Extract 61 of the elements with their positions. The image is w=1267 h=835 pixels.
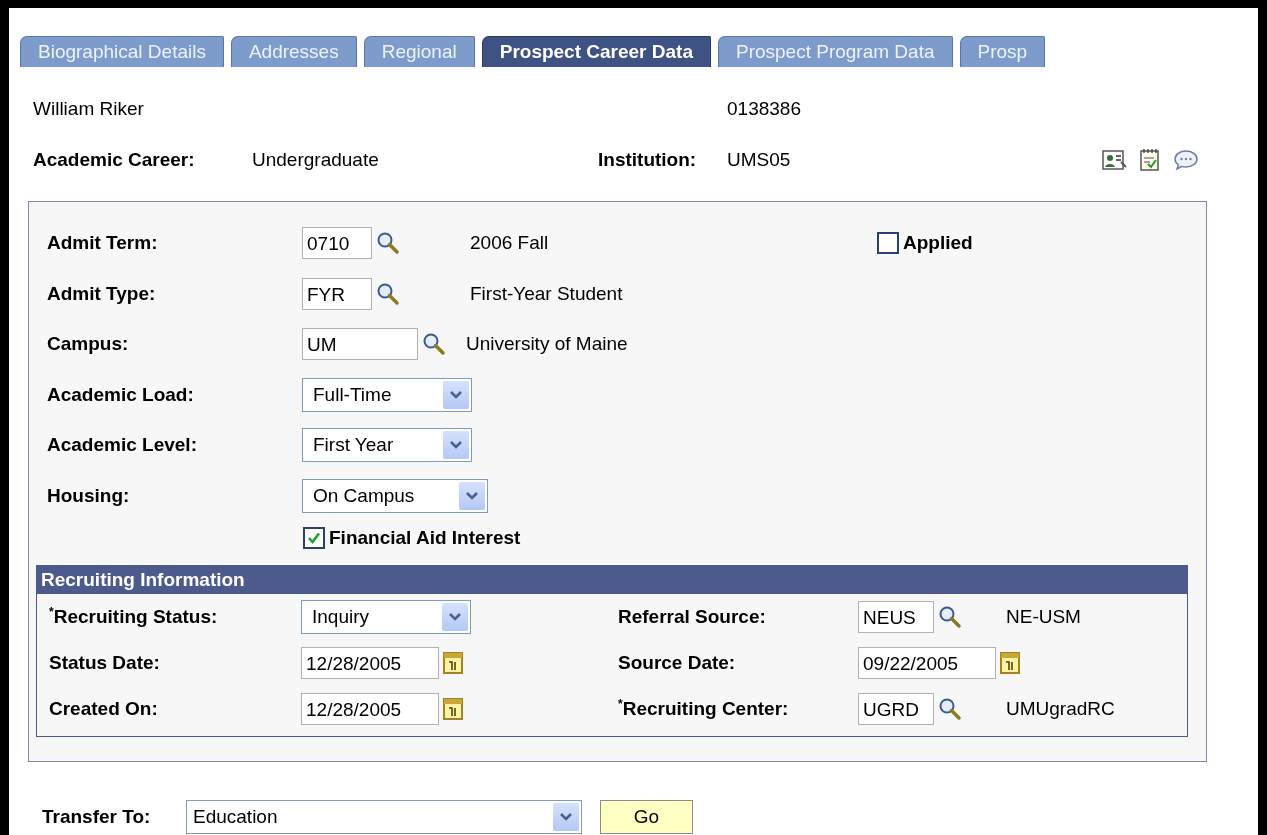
section-header: Recruiting Information	[37, 566, 1187, 594]
calendar-icon[interactable]	[443, 652, 463, 674]
checkbox[interactable]	[877, 232, 899, 255]
notepad-icon[interactable]	[1139, 148, 1161, 172]
checkbox[interactable]	[303, 527, 325, 549]
dropdown[interactable]: First Year	[302, 428, 472, 463]
field-label: Admit Type:	[47, 282, 157, 305]
field-value: Undergraduate	[252, 149, 380, 171]
input-field[interactable]: FYR	[302, 277, 372, 310]
field-label: Transfer To:	[42, 806, 152, 828]
go-button[interactable]: Go	[600, 800, 693, 834]
person-name: William Riker	[33, 98, 145, 120]
field-label: Status Date:	[49, 652, 161, 674]
date-field[interactable]: 12/28/2005	[301, 693, 439, 725]
field-description: NE-USM	[1006, 606, 1081, 628]
field-description: 2006 Fall	[470, 232, 549, 255]
field-label: Campus:	[47, 333, 130, 356]
field-description: UMUgradRC	[1006, 698, 1115, 720]
date-field[interactable]: 09/22/2005	[858, 647, 996, 679]
speech-bubble-icon[interactable]	[1173, 148, 1199, 172]
field-label: Admit Term:	[47, 232, 159, 255]
input-field[interactable]: UGRD	[858, 693, 934, 725]
input-field[interactable]: NEUS	[858, 601, 934, 633]
caret-icon[interactable]	[443, 431, 469, 460]
dropdown[interactable]: Full-Time	[302, 377, 472, 412]
search-icon[interactable]	[422, 332, 446, 357]
date-field[interactable]: 12/28/2005	[301, 647, 439, 679]
field-label: $^{*}$Recruiting Center:	[618, 698, 790, 720]
checkbox-label: Financial Aid Interest	[329, 527, 521, 549]
checkbox-label: Applied	[903, 232, 973, 255]
dropdown[interactable]: Education	[186, 800, 582, 834]
input-field[interactable]: UM	[302, 328, 418, 361]
person-id: 0138386	[727, 98, 801, 120]
field-label: Academic Career:	[33, 149, 196, 171]
field-label: Created On:	[49, 698, 159, 720]
calendar-icon[interactable]	[1000, 652, 1020, 674]
field-label: Housing:	[47, 484, 131, 507]
field-label: $^{*}$Recruiting Status:	[49, 606, 219, 628]
tab[interactable]: Prospect Career Data	[481, 36, 711, 67]
caret-icon[interactable]	[442, 603, 468, 631]
field-label: Academic Load:	[47, 383, 195, 406]
field-label: Referral Source:	[618, 606, 767, 628]
input-field[interactable]: 0710	[302, 227, 372, 260]
caret-icon[interactable]	[553, 803, 579, 831]
caret-icon[interactable]	[459, 481, 485, 510]
dropdown[interactable]: Inquiry	[301, 600, 471, 634]
search-icon[interactable]	[376, 231, 400, 256]
field-description: First-Year Student	[470, 282, 623, 305]
field-label: Source Date:	[618, 652, 737, 674]
field-label: Institution:	[598, 149, 698, 171]
search-icon[interactable]	[938, 697, 962, 721]
field-value: UMS05	[727, 149, 792, 171]
person-card-icon[interactable]	[1101, 148, 1127, 172]
checkmark-icon	[306, 530, 322, 546]
caret-icon[interactable]	[443, 380, 469, 409]
field-label: Academic Level:	[47, 434, 198, 457]
calendar-icon[interactable]	[443, 698, 463, 720]
search-icon[interactable]	[938, 605, 962, 629]
field-description: University of Maine	[466, 333, 628, 356]
dropdown[interactable]: On Campus	[302, 478, 488, 513]
search-icon[interactable]	[376, 281, 400, 306]
